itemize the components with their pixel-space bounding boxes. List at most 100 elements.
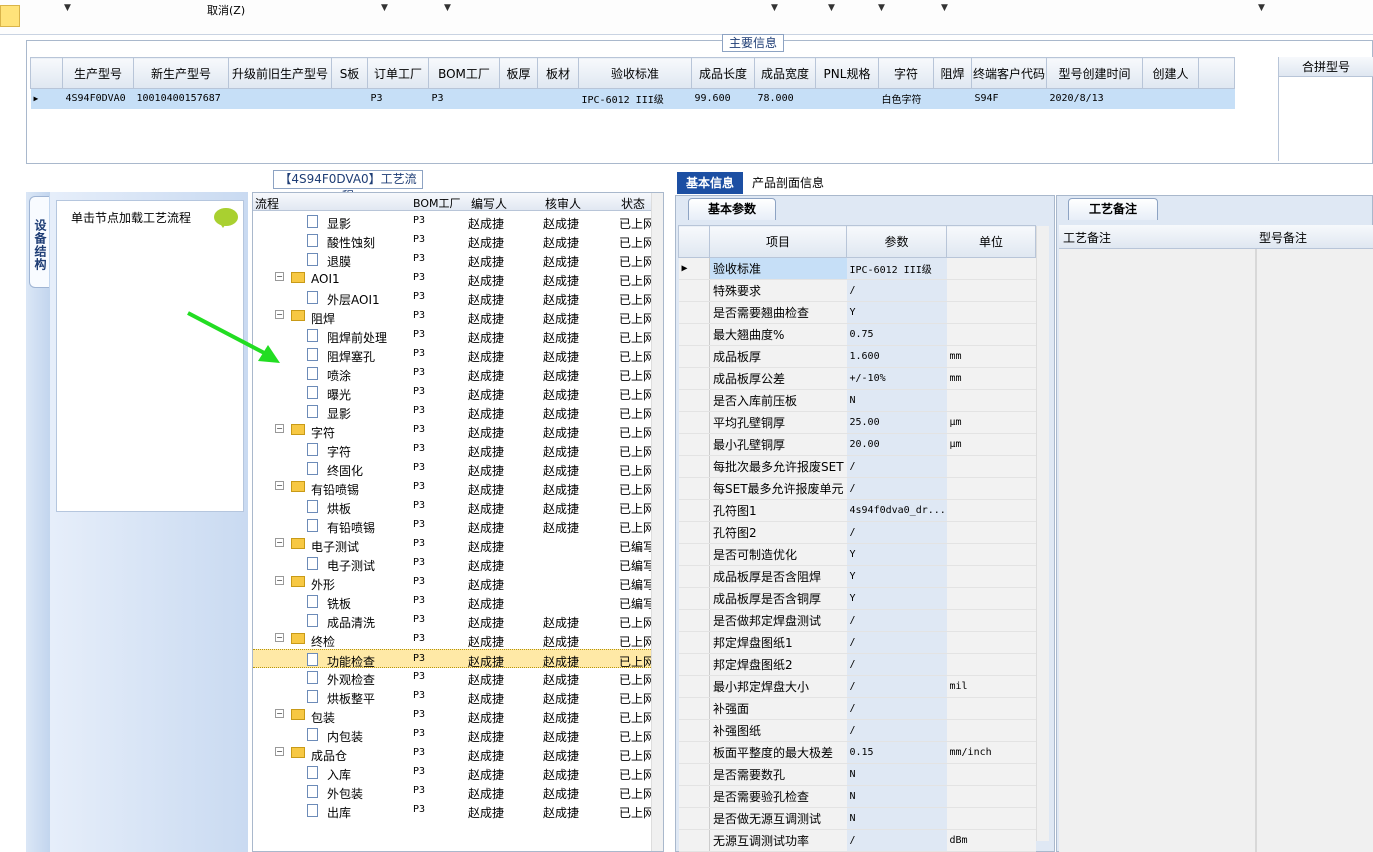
flow-node-label[interactable]: 字符 (311, 424, 335, 441)
param-value[interactable]: 25.00 (846, 411, 947, 434)
col-header[interactable]: 生产型号 (62, 57, 134, 89)
flow-node-label[interactable]: 烘板 (327, 500, 351, 517)
col-header[interactable]: 型号创建时间 (1046, 57, 1143, 89)
table-cell[interactable]: 2020/8/13 (1047, 89, 1143, 109)
param-value[interactable]: Y (846, 565, 947, 588)
param-value[interactable]: 0.75 (846, 323, 947, 346)
tab-basic-info[interactable]: 基本信息 (677, 172, 743, 194)
flow-node-label[interactable]: 酸性蚀刻 (327, 234, 375, 251)
flow-node-label[interactable]: 烘板整平 (327, 690, 375, 707)
flow-row[interactable]: 烘板整平 P3 赵成捷 赵成捷 已上网 (253, 687, 655, 707)
flow-node-label[interactable]: 内包装 (327, 728, 363, 745)
param-row[interactable]: 成品板厚是否含铜厚 Y (678, 587, 1036, 610)
col-header[interactable]: 成品长度 (691, 57, 755, 89)
collapse-icon[interactable]: − (275, 709, 284, 718)
param-row[interactable]: 是否需要验孔检查 N (678, 785, 1036, 808)
flow-row[interactable]: 出库 P3 赵成捷 赵成捷 已上网 (253, 801, 655, 820)
param-value[interactable]: / (846, 631, 947, 654)
param-value[interactable]: N (846, 389, 947, 412)
col-header[interactable]: PNL规格 (815, 57, 879, 89)
col-header[interactable]: 终端客户代码 (971, 57, 1047, 89)
flow-row[interactable]: 入库 P3 赵成捷 赵成捷 已上网 (253, 763, 655, 783)
flow-node-label[interactable]: 终检 (311, 633, 335, 650)
table-cell[interactable] (332, 89, 368, 109)
flow-node-label[interactable]: 包装 (311, 709, 335, 726)
param-row[interactable]: 成品板厚是否含阻焊 Y (678, 565, 1036, 588)
flow-node-label[interactable]: 成品清洗 (327, 614, 375, 631)
flow-row[interactable]: − 阻焊 P3 赵成捷 赵成捷 已上网 (253, 307, 655, 326)
col-header[interactable]: 验收标准 (578, 57, 692, 89)
cancel-button[interactable]: 取消(Z) (207, 2, 245, 18)
collapse-icon[interactable]: − (275, 747, 284, 756)
table-cell[interactable]: P3 (429, 89, 500, 109)
collapse-icon[interactable]: − (275, 576, 284, 585)
params-scrollbar[interactable] (1036, 226, 1049, 841)
param-value[interactable]: IPC-6012 III级 (846, 257, 947, 280)
param-value[interactable]: Y (846, 543, 947, 566)
param-value[interactable]: / (846, 279, 947, 302)
param-value[interactable]: 4s94f0dva0_dr... (846, 499, 947, 522)
table-cell[interactable]: P3 (368, 89, 429, 109)
table-cell[interactable]: 10010400157687 (134, 89, 229, 109)
flow-node-label[interactable]: 显影 (327, 215, 351, 232)
flow-node-label[interactable]: 成品仓 (311, 747, 347, 764)
flow-row[interactable]: − 终检 P3 赵成捷 赵成捷 已上网 (253, 630, 655, 650)
param-row[interactable]: 邦定焊盘图纸1/ (678, 631, 1036, 654)
flow-node-label[interactable]: 有铅喷锡 (327, 519, 375, 536)
col-header[interactable]: 新生产型号 (133, 57, 229, 89)
param-value[interactable]: / (846, 675, 947, 698)
flow-row[interactable]: 功能检查 P3 赵成捷 赵成捷 已上网 (253, 649, 655, 669)
flow-row[interactable]: 酸性蚀刻 P3 赵成捷 赵成捷 已上网 (253, 231, 655, 251)
param-value[interactable]: N (846, 785, 947, 808)
col-header[interactable]: S板 (331, 57, 368, 89)
table-cell[interactable] (816, 89, 879, 109)
tree-scrollbar[interactable] (651, 193, 663, 851)
table-cell[interactable] (1143, 89, 1199, 109)
table-cell[interactable]: IPC-6012 III级 (579, 89, 692, 109)
param-row[interactable]: 特殊要求 / (678, 279, 1036, 302)
param-value[interactable]: Y (846, 301, 947, 324)
flow-row[interactable]: 外层AOI1 P3 赵成捷 赵成捷 已上网 (253, 288, 655, 307)
flow-row[interactable]: 显影 P3 赵成捷 赵成捷 已上网 (253, 212, 655, 232)
flow-row[interactable]: 有铅喷锡 P3 赵成捷 赵成捷 已上网 (253, 516, 655, 536)
param-value[interactable]: / (846, 653, 947, 676)
flow-node-label[interactable]: 终固化 (327, 462, 363, 479)
flow-row[interactable]: 曝光 P3 赵成捷 赵成捷 已上网 (253, 383, 655, 402)
col-header[interactable]: 成品宽度 (754, 57, 816, 89)
dropdown-arrow-icon[interactable]: ▼ (771, 3, 778, 13)
flow-node-label[interactable]: 字符 (327, 443, 351, 460)
col-header[interactable]: 升级前旧生产型号 (228, 57, 332, 89)
flow-row[interactable]: 阻焊前处理 P3 赵成捷 赵成捷 已上网 (253, 326, 655, 345)
flow-row[interactable]: 字符 P3 赵成捷 赵成捷 已上网 (253, 440, 655, 460)
flow-row[interactable]: − 电子测试 P3 赵成捷 已编写 (253, 535, 655, 555)
flow-node-label[interactable]: 有铅喷锡 (311, 481, 359, 498)
table-row[interactable]: ▶ 4S94F0DVA0 10010400157687 P3 P3 IPC-6012 II… (30, 88, 1235, 109)
flow-node-label[interactable]: 电子测试 (311, 538, 359, 555)
dropdown-arrow-icon[interactable]: ▼ (381, 3, 388, 13)
flow-row[interactable]: − 包装 P3 赵成捷 赵成捷 已上网 (253, 706, 655, 726)
dropdown-arrow-icon[interactable]: ▼ (828, 3, 835, 13)
flow-row[interactable]: − 有铅喷锡 P3 赵成捷 赵成捷 已上网 (253, 478, 655, 498)
flow-node-label[interactable]: 显影 (327, 405, 351, 422)
param-row[interactable]: 是否可制造优化 Y (678, 543, 1036, 566)
param-value[interactable]: +/-10% (846, 367, 947, 390)
table-cell[interactable]: 78.000 (755, 89, 816, 109)
param-row[interactable]: 成品板厚公差 +/-10% mm (678, 367, 1036, 390)
flow-row[interactable]: 烘板 P3 赵成捷 赵成捷 已上网 (253, 497, 655, 517)
param-row[interactable]: 是否需要翘曲检查 Y (678, 301, 1036, 324)
param-row[interactable]: 邦定焊盘图纸2/ (678, 653, 1036, 676)
param-row[interactable]: 无源互调测试功率 / dBm (678, 829, 1036, 852)
flow-row[interactable]: 终固化 P3 赵成捷 赵成捷 已上网 (253, 459, 655, 479)
flow-node-label[interactable]: 入库 (327, 766, 351, 783)
flow-row[interactable]: 内包装 P3 赵成捷 赵成捷 已上网 (253, 725, 655, 745)
collapse-icon[interactable]: − (275, 633, 284, 642)
dropdown-arrow-icon[interactable]: ▼ (878, 3, 885, 13)
flow-node-label[interactable]: 喷涂 (327, 367, 351, 384)
flow-row[interactable]: − 字符 P3 赵成捷 赵成捷 已上网 (253, 421, 655, 441)
param-value[interactable]: 20.00 (846, 433, 947, 456)
col-header[interactable]: 板厚 (499, 57, 538, 89)
flow-row[interactable]: 铣板 P3 赵成捷 已编写 (253, 592, 655, 611)
flow-row[interactable]: 电子测试 P3 赵成捷 已编写 (253, 554, 655, 573)
param-row[interactable]: 最小孔壁铜厚 20.00 μm (678, 433, 1036, 456)
param-value[interactable]: / (846, 719, 947, 742)
